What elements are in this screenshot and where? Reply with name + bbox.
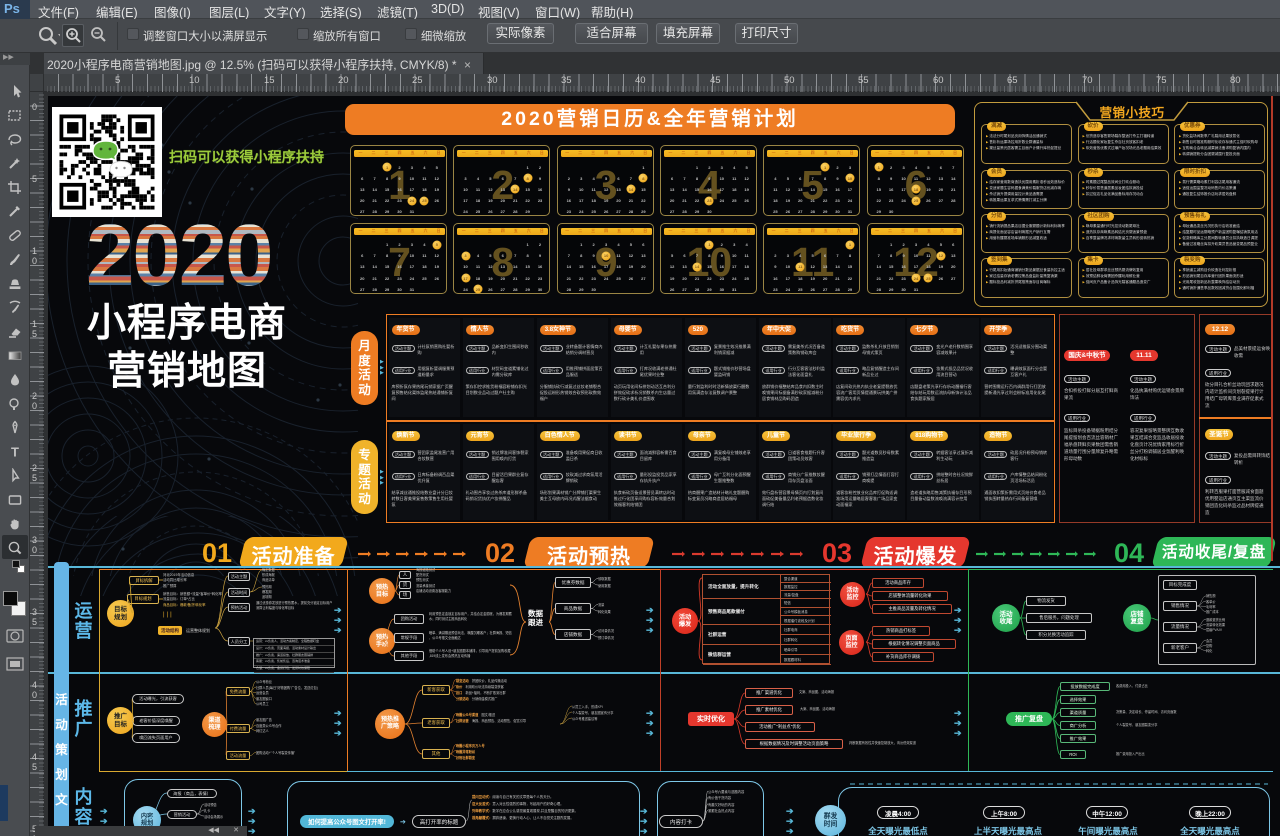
svg-text:T: T: [11, 445, 19, 459]
